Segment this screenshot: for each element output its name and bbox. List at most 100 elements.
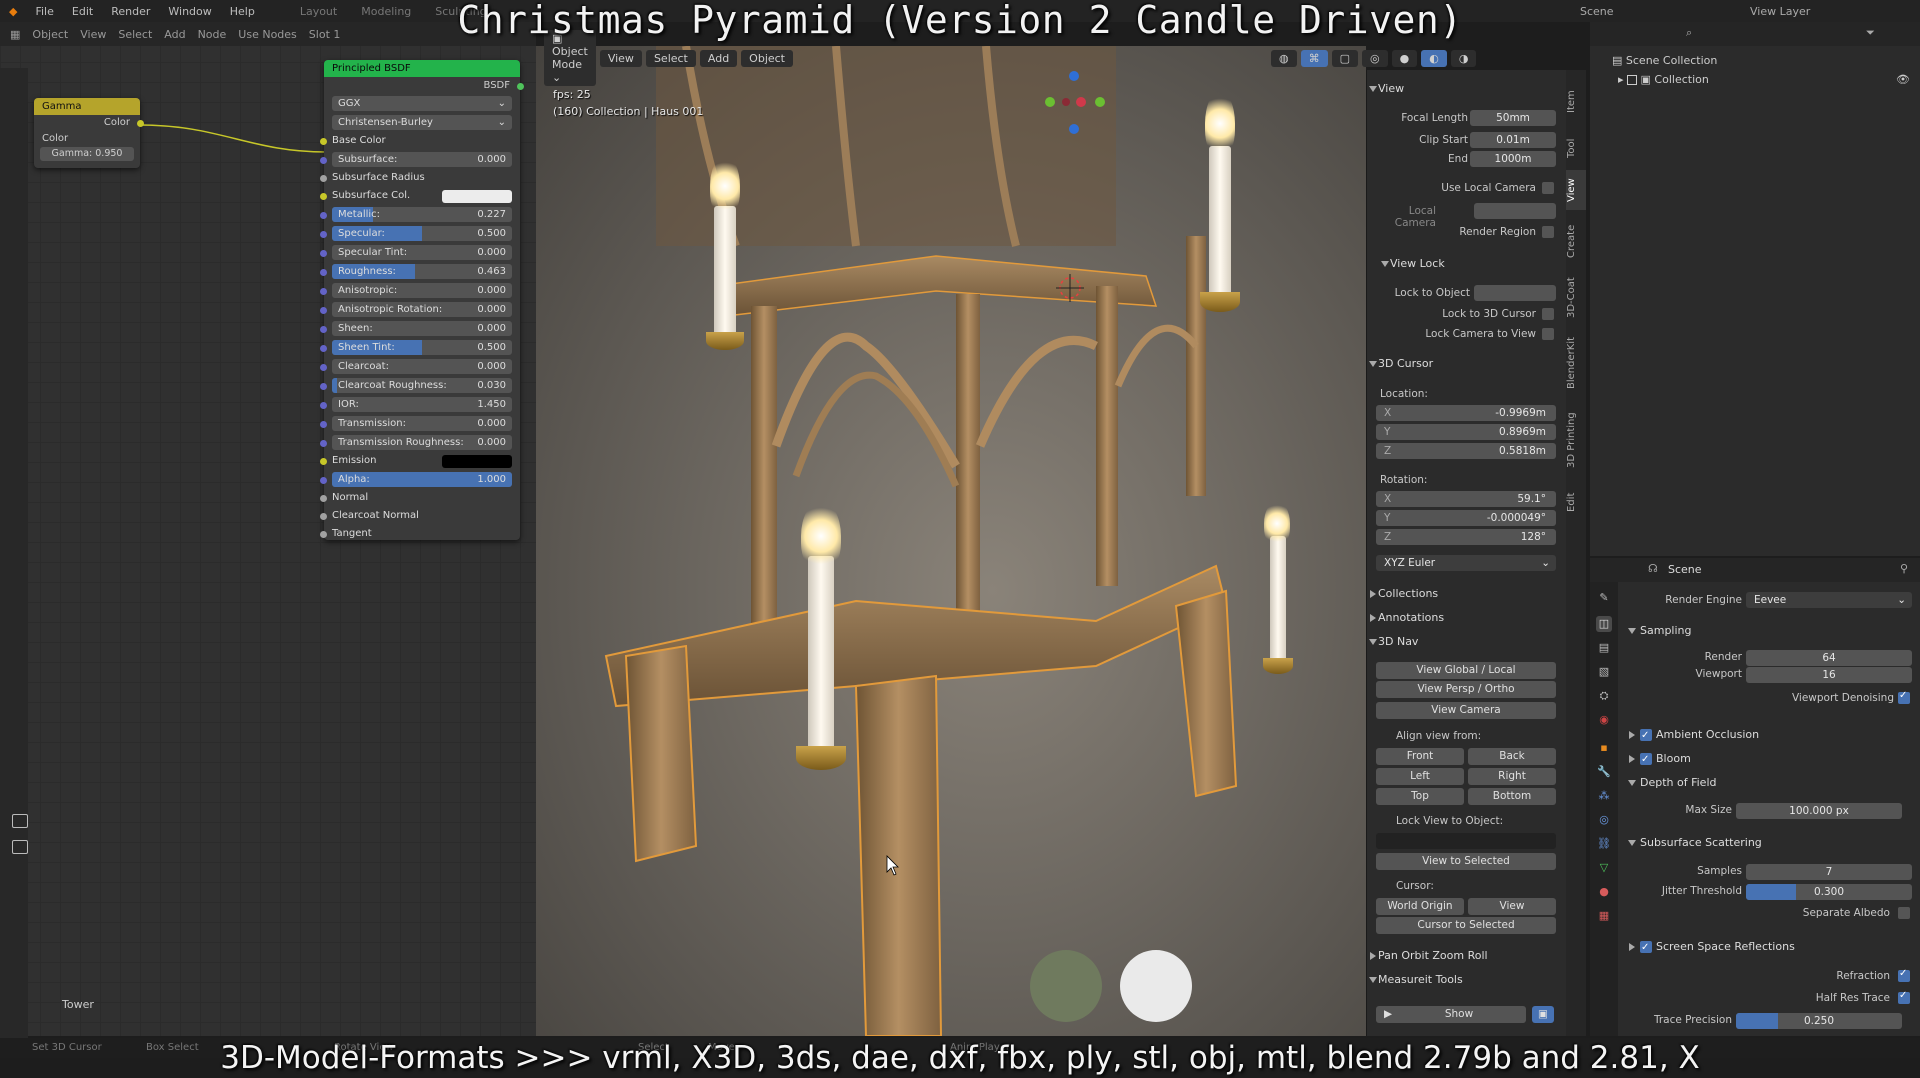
input-socket[interactable]	[320, 440, 327, 447]
color-swatch[interactable]	[442, 455, 512, 468]
outliner-search-icon[interactable]: ⌕	[1686, 26, 1692, 40]
input-socket[interactable]	[320, 193, 327, 200]
bsdf-input-row[interactable]: Subsurface Radius	[320, 170, 512, 188]
separate-albedo-checkbox[interactable]	[1898, 907, 1910, 919]
jitter-threshold-slider[interactable]: 0.300	[1746, 884, 1912, 900]
menu-render[interactable]: Render	[102, 5, 159, 18]
modifier-tab-icon[interactable]: 🔧	[1596, 764, 1612, 780]
texture-tab-icon[interactable]: ▦	[1596, 908, 1612, 924]
cursor-loc-z[interactable]: Z 0.5818m	[1376, 443, 1556, 459]
tab-3d-coat[interactable]: 3D-Coat	[1566, 270, 1586, 326]
bsdf-input-row[interactable]: Base Color	[320, 133, 512, 151]
local-camera-field[interactable]	[1474, 203, 1556, 219]
align-bottom-button[interactable]: Bottom	[1468, 788, 1556, 805]
lock-to-cursor-checkbox[interactable]	[1542, 308, 1554, 320]
measureit-show-button[interactable]: ▶ Show	[1376, 1006, 1526, 1023]
bsdf-input-row[interactable]: Subsurface: 0.000	[320, 152, 512, 170]
tab-layout[interactable]: Layout	[288, 5, 349, 18]
shader-node-editor[interactable]: ▦ Object View Select Add Node Use Nodes …	[0, 22, 536, 1058]
input-socket[interactable]	[320, 421, 327, 428]
bsdf-input-row[interactable]: Subsurface Col.	[320, 188, 512, 206]
view-mode-icon[interactable]	[12, 814, 28, 828]
focal-length-field[interactable]: 50mm	[1470, 110, 1556, 126]
visibility-eye-icon[interactable]: 👁	[1896, 73, 1910, 86]
bsdf-input-row[interactable]: Specular Tint: 0.000	[320, 245, 512, 263]
input-socket[interactable]	[320, 138, 327, 145]
input-socket[interactable]	[320, 383, 327, 390]
distribution-dropdown[interactable]: GGX ⌄	[332, 96, 512, 111]
material-tab-icon[interactable]: ●	[1596, 884, 1612, 900]
bsdf-value-field[interactable]: Sheen: 0.000	[332, 321, 512, 336]
lock-view-object-field[interactable]	[1376, 833, 1556, 849]
output-tab-icon[interactable]: ▤	[1596, 640, 1612, 656]
render-samples-field[interactable]: 64	[1746, 650, 1912, 666]
dof-section[interactable]: Depth of Field	[1626, 774, 1717, 792]
tab-edit[interactable]: Edit	[1566, 484, 1586, 520]
xray-icon[interactable]: ▢	[1331, 49, 1359, 67]
bloom-section[interactable]: Bloom	[1626, 750, 1691, 769]
material-shading-icon[interactable]: ◐	[1421, 49, 1447, 67]
viewport-menu-add[interactable]: Add	[699, 49, 738, 67]
tab-3d-printing[interactable]: 3D Printing	[1566, 400, 1586, 480]
input-socket[interactable]	[320, 231, 327, 238]
pan-orbit-section[interactable]: Pan Orbit Zoom Roll	[1366, 946, 1566, 966]
bsdf-input-row[interactable]: Alpha: 1.000	[320, 472, 512, 490]
input-socket[interactable]	[320, 364, 327, 371]
view-layer-selector[interactable]: View Layer	[1750, 5, 1810, 18]
max-size-field[interactable]: 100.000 px	[1736, 803, 1902, 819]
input-socket[interactable]	[320, 326, 327, 333]
cursor-view-button[interactable]: View	[1468, 898, 1556, 915]
3d-nav-section[interactable]: 3D Nav	[1366, 632, 1566, 652]
color-swatch[interactable]	[442, 190, 512, 203]
blender-logo-icon[interactable]: ◆	[0, 5, 26, 18]
cursor-rot-z[interactable]: Z 128°	[1376, 529, 1556, 545]
tool-tab-icon[interactable]: ✎	[1596, 590, 1612, 606]
menu-file[interactable]: File	[26, 5, 62, 18]
scene-selector[interactable]: Scene	[1580, 5, 1614, 18]
backdrop-icon[interactable]	[12, 840, 28, 854]
half-res-trace-checkbox[interactable]	[1898, 990, 1910, 1004]
overlay-toggle-icon[interactable]: ⌘	[1300, 49, 1328, 67]
outliner-collection-row[interactable]: ▸ ▣ Collection 👁	[1618, 73, 1918, 86]
bsdf-value-field[interactable]: Anisotropic: 0.000	[332, 283, 512, 298]
bsdf-input-row[interactable]: Transmission: 0.000	[320, 416, 512, 434]
input-socket[interactable]	[320, 250, 327, 257]
tab-blenderkit[interactable]: BlenderKit	[1566, 330, 1586, 396]
input-socket[interactable]	[320, 288, 327, 295]
bsdf-input-row[interactable]: Clearcoat Roughness: 0.030	[320, 378, 512, 396]
ssr-section[interactable]: Screen Space Reflections	[1626, 938, 1795, 957]
viewport-menu-select[interactable]: Select	[645, 49, 696, 67]
view-global-local-button[interactable]: View Global / Local	[1376, 662, 1556, 679]
world-tab-icon[interactable]: ◉	[1596, 712, 1612, 728]
bsdf-input-row[interactable]: Emission	[320, 453, 512, 471]
sampling-section[interactable]: Sampling	[1626, 622, 1692, 640]
principled-bsdf-node[interactable]: Principled BSDF BSDF GGX ⌄ Christensen-Bu…	[320, 60, 524, 540]
bsdf-value-field[interactable]: Metallic: 0.227	[332, 207, 512, 222]
input-socket[interactable]	[320, 175, 327, 182]
input-socket[interactable]	[320, 307, 327, 314]
collection-checkbox[interactable]	[1627, 75, 1638, 85]
input-socket[interactable]	[320, 269, 327, 276]
use-local-camera-checkbox[interactable]	[1542, 182, 1554, 194]
viewport-menu-view[interactable]: View	[599, 49, 642, 67]
input-socket[interactable]	[320, 531, 327, 538]
rotation-mode-dropdown[interactable]: XYZ Euler ⌄	[1376, 555, 1556, 571]
bloom-checkbox[interactable]	[1640, 751, 1652, 769]
bsdf-value-field[interactable]: Alpha: 1.000	[332, 472, 512, 487]
subsurface-method-dropdown[interactable]: Christensen-Burley ⌄	[332, 115, 512, 130]
menu-edit[interactable]: Edit	[63, 5, 102, 18]
input-socket[interactable]	[320, 212, 327, 219]
bsdf-input-row[interactable]: Tangent	[320, 526, 512, 544]
tab-tool[interactable]: Tool	[1566, 130, 1586, 166]
align-left-button[interactable]: Left	[1376, 768, 1464, 785]
3d-viewport[interactable]	[536, 46, 1366, 1036]
trace-precision-slider[interactable]: 0.250	[1736, 1013, 1902, 1029]
cursor-to-selected-button[interactable]: Cursor to Selected	[1376, 917, 1556, 934]
view-to-selected-button[interactable]: View to Selected	[1376, 853, 1556, 870]
view-section-header[interactable]: View	[1366, 79, 1566, 99]
wireframe-shading-icon[interactable]: ◎	[1362, 49, 1388, 67]
render-region-checkbox[interactable]	[1542, 226, 1554, 238]
tab-item[interactable]: Item	[1566, 82, 1586, 122]
bsdf-input-row[interactable]: Sheen Tint: 0.500	[320, 340, 512, 358]
bsdf-input-row[interactable]: Transmission Roughness: 0.000	[320, 435, 512, 453]
